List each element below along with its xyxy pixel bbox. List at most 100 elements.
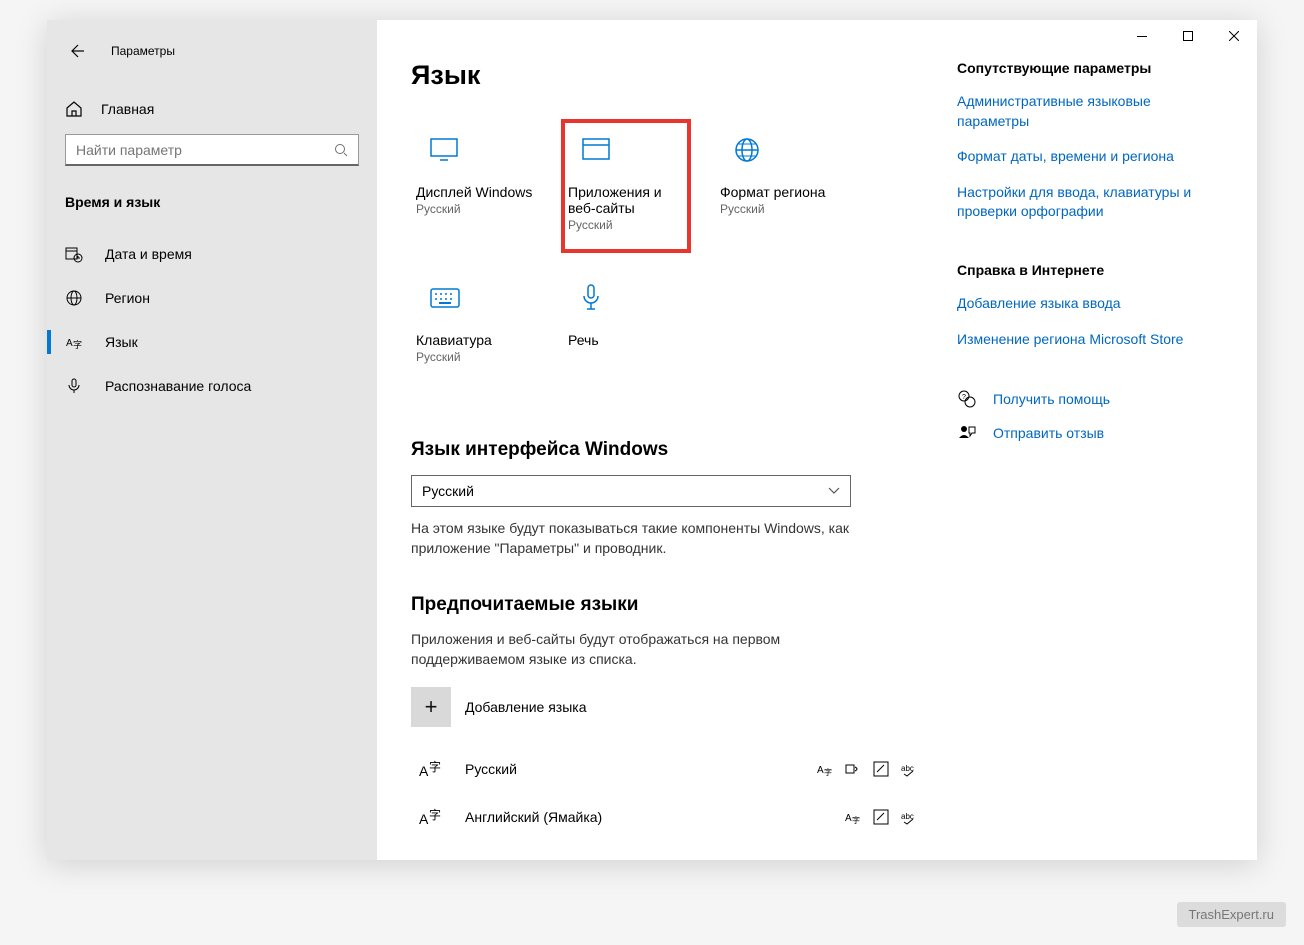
calendar-clock-icon (65, 245, 83, 263)
nav-region[interactable]: Регион (47, 276, 377, 320)
language-item[interactable]: A字 Русский A字 abc (411, 745, 927, 793)
language-tiles: Дисплей Windows Русский Приложения и веб… (411, 121, 927, 399)
display-lang-icon: A字 (845, 809, 861, 825)
svg-text:?: ? (962, 394, 966, 401)
display-lang-dropdown[interactable]: Русский (411, 475, 851, 507)
home-nav[interactable]: Главная (65, 100, 359, 118)
svg-text:字: 字 (429, 759, 441, 774)
language-name: Английский (Ямайка) (465, 809, 845, 825)
svg-text:A: A (66, 338, 73, 349)
search-box[interactable] (65, 134, 359, 166)
monitor-icon (412, 132, 536, 168)
nav-label: Распознавание голоса (105, 378, 251, 394)
language-icon: A字 (65, 333, 83, 351)
svg-text:A: A (419, 763, 429, 779)
close-button[interactable] (1211, 20, 1257, 52)
section-title: Время и язык (65, 194, 359, 210)
spellcheck-icon: abc (901, 761, 917, 777)
language-item[interactable]: A字 Английский (Ямайка) A字 abc (411, 793, 927, 841)
settings-window: Параметры Главная Время и язык Дата и вр… (47, 20, 1257, 860)
tile-sub: Русский (564, 218, 688, 232)
nav-language[interactable]: A字 Язык (47, 320, 377, 364)
svg-text:字: 字 (852, 815, 860, 825)
home-icon (65, 100, 83, 118)
add-language-button[interactable]: + Добавление языка (411, 687, 927, 727)
tile-label: Формат региона (716, 184, 840, 200)
tile-label: Речь (564, 332, 688, 348)
page-title: Язык (411, 60, 927, 91)
content: Язык Дисплей Windows Русский Приложения … (377, 60, 957, 860)
svg-text:A: A (419, 811, 429, 827)
related-title: Сопутствующие параметры (957, 60, 1217, 76)
back-button[interactable] (65, 40, 87, 62)
handwriting-icon (873, 761, 889, 777)
handwriting-icon (873, 809, 889, 825)
search-input[interactable] (76, 142, 334, 158)
language-char-icon: A字 (411, 804, 451, 830)
dropdown-value: Русский (422, 483, 474, 499)
tile-sub: Русский (716, 202, 840, 216)
preferred-heading: Предпочитаемые языки (411, 594, 927, 616)
webhelp-link[interactable]: Изменение региона Microsoft Store (957, 330, 1217, 350)
globe-icon (716, 132, 840, 168)
display-lang-heading: Язык интерфейса Windows (411, 439, 927, 461)
tile-apps[interactable]: Приложения и веб-сайты Русский (563, 121, 689, 251)
app-title: Параметры (111, 44, 175, 58)
window-controls (1119, 20, 1257, 52)
svg-text:字: 字 (73, 339, 82, 350)
webhelp-title: Справка в Интернете (957, 262, 1217, 278)
preferred-desc: Приложения и веб-сайты будут отображатьс… (411, 630, 851, 669)
language-char-icon: A字 (411, 756, 451, 782)
maximize-button[interactable] (1165, 20, 1211, 52)
tile-speech[interactable]: Речь (563, 269, 689, 399)
related-link[interactable]: Административные языковые параметры (957, 92, 1217, 131)
display-lang-desc: На этом языке будут показываться такие к… (411, 519, 851, 558)
tile-sub: Русский (412, 350, 536, 364)
svg-text:字: 字 (429, 807, 441, 822)
get-help-label: Получить помощь (993, 391, 1110, 407)
get-help-row[interactable]: ? Получить помощь (957, 389, 1217, 409)
svg-text:字: 字 (824, 767, 832, 777)
microphone-icon (564, 280, 688, 316)
keyboard-icon (412, 280, 536, 316)
svg-text:A: A (817, 765, 824, 776)
right-pane: Сопутствующие параметры Административные… (957, 60, 1237, 860)
watermark: TrashExpert.ru (1177, 902, 1287, 927)
tile-label: Приложения и веб-сайты (564, 184, 688, 216)
feedback-label: Отправить отзыв (993, 425, 1104, 441)
microphone-icon (65, 377, 83, 395)
related-link[interactable]: Формат даты, времени и региона (957, 147, 1217, 167)
nav-label: Регион (105, 290, 150, 306)
tile-sub: Русский (412, 202, 536, 216)
nav-label: Дата и время (105, 246, 192, 262)
spellcheck-icon: abc (901, 809, 917, 825)
display-lang-icon: A字 (817, 761, 833, 777)
sidebar: Параметры Главная Время и язык Дата и вр… (47, 20, 377, 860)
tile-display[interactable]: Дисплей Windows Русский (411, 121, 537, 251)
search-icon (334, 143, 348, 157)
globe-icon (65, 289, 83, 307)
related-link[interactable]: Настройки для ввода, клавиатуры и провер… (957, 183, 1217, 222)
nav-speech[interactable]: Распознавание голоса (47, 364, 377, 408)
nav-date-time[interactable]: Дата и время (47, 232, 377, 276)
feedback-row[interactable]: Отправить отзыв (957, 423, 1217, 443)
chevron-down-icon (828, 487, 840, 495)
tts-icon (845, 761, 861, 777)
feedback-icon (957, 423, 977, 443)
webhelp-link[interactable]: Добавление языка ввода (957, 294, 1217, 314)
nav-list: Дата и время Регион A字 Язык Распознавани… (47, 232, 377, 408)
minimize-button[interactable] (1119, 20, 1165, 52)
add-language-label: Добавление языка (465, 699, 587, 715)
help-icon: ? (957, 389, 977, 409)
home-label: Главная (101, 101, 154, 117)
tile-region[interactable]: Формат региона Русский (715, 121, 841, 251)
svg-text:A: A (845, 813, 852, 824)
tile-label: Клавиатура (412, 332, 536, 348)
plus-icon: + (411, 687, 451, 727)
language-name: Русский (465, 761, 817, 777)
tile-keyboard[interactable]: Клавиатура Русский (411, 269, 537, 399)
tile-label: Дисплей Windows (412, 184, 536, 200)
feature-icons: A字 abc (817, 761, 917, 777)
main-area: Язык Дисплей Windows Русский Приложения … (377, 20, 1257, 860)
feature-icons: A字 abc (845, 809, 917, 825)
